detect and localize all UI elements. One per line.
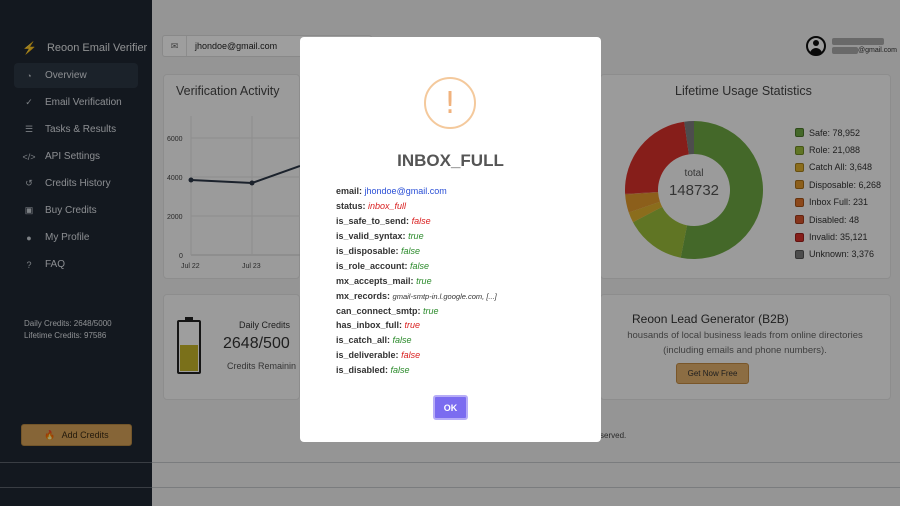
result-dialog: ! INBOX_FULL email: jhondoe@gmail.com st… [300, 37, 601, 442]
result-fields: email: jhondoe@gmail.com status: inbox_f… [336, 184, 497, 378]
result-field-is-role-account: is_role_account: false [336, 260, 430, 271]
result-field-has-inbox-full: has_inbox_full: true [336, 320, 421, 331]
result-field-email: email: jhondoe@gmail.com [336, 186, 447, 196]
result-field-is-catch-all: is_catch_all: false [336, 335, 412, 346]
result-field-mx-records: mx_records: gmail-smtp-in.l.google.com, … [336, 290, 497, 301]
result-field-is-deliverable: is_deliverable: false [336, 350, 421, 361]
ok-button[interactable]: OK [433, 395, 468, 420]
dialog-title: INBOX_FULL [397, 151, 504, 170]
result-field-is-safe-to-send: is_safe_to_send: false [336, 215, 431, 226]
result-field-is-disabled: is_disabled: false [336, 365, 410, 376]
result-field-is-disposable: is_disposable: false [336, 245, 421, 256]
warning-icon: ! [424, 77, 476, 129]
result-field-is-valid-syntax: is_valid_syntax: true [336, 230, 424, 241]
result-field-can-connect-smtp: can_connect_smtp: true [336, 305, 439, 316]
result-field-status: status: inbox_full [336, 200, 407, 211]
result-field-mx-accepts-mail: mx_accepts_mail: true [336, 275, 432, 286]
